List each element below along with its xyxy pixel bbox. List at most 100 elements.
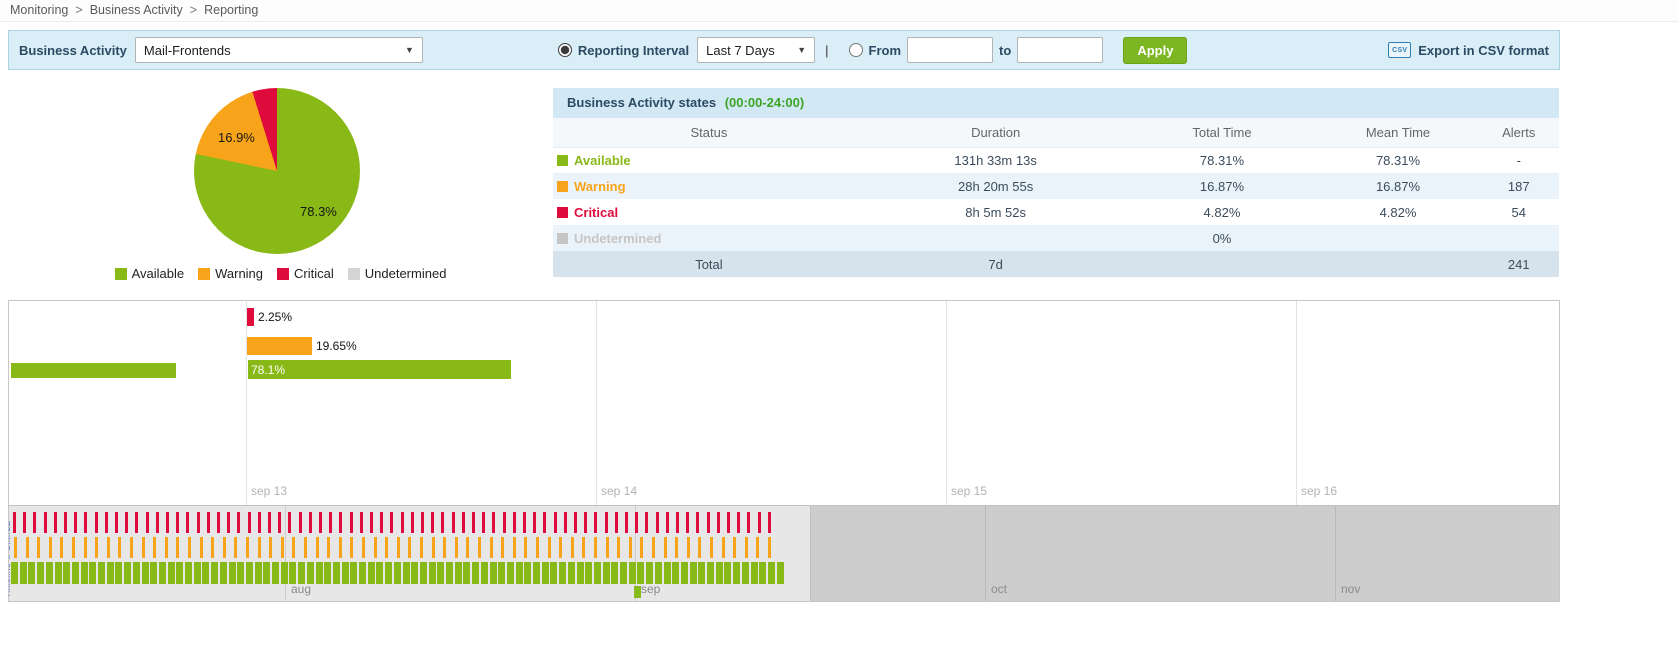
warning-tick (629, 537, 632, 558)
timeline-date-label: sep 13 (251, 484, 287, 498)
breadcrumb-separator: > (75, 3, 82, 17)
breadcrumb-item[interactable]: Monitoring (10, 3, 68, 17)
warning-tick (72, 537, 75, 558)
timeline-bar-label-critical: 2.25% (258, 310, 292, 324)
available-tick (507, 562, 514, 584)
warning-tick (722, 537, 725, 558)
status-label: Critical (574, 205, 618, 220)
available-tick (124, 562, 131, 584)
available-tick (185, 562, 192, 584)
critical-tick (768, 512, 771, 533)
critical-tick (543, 512, 546, 533)
total-time-cell: 4.82% (1126, 199, 1317, 225)
export-csv-link[interactable]: CSV Export in CSV format (1388, 42, 1549, 58)
warning-tick (60, 537, 63, 558)
total-duration: 7d (865, 251, 1127, 277)
breadcrumb-item[interactable]: Business Activity (90, 3, 183, 17)
total-time-cell: 0% (1126, 225, 1317, 251)
warning-tick (258, 537, 261, 558)
timeline-bar-critical[interactable]: 2.25% (246, 308, 254, 326)
timeline-gridline (1296, 301, 1297, 505)
custom-range-radio[interactable] (849, 43, 863, 57)
apply-button[interactable]: Apply (1123, 37, 1187, 64)
available-tick (350, 562, 357, 584)
warning-tick (524, 537, 527, 558)
available-tick (672, 562, 679, 584)
available-tick (168, 562, 175, 584)
business-activity-select[interactable]: Mail-Frontends ▼ (135, 37, 423, 63)
available-tick (246, 562, 253, 584)
export-csv-label: Export in CSV format (1418, 43, 1549, 58)
column-header-alerts: Alerts (1478, 118, 1559, 147)
critical-tick (84, 512, 87, 533)
breadcrumb-item[interactable]: Reporting (204, 3, 258, 17)
legend-label: Available (132, 266, 185, 281)
to-date-input[interactable] (1017, 37, 1103, 63)
legend-label: Undetermined (365, 266, 447, 281)
warning-tick (733, 537, 736, 558)
available-tick (698, 562, 705, 584)
reporting-interval-select[interactable]: Last 7 Days ▼ (697, 37, 815, 63)
column-header-duration: Duration (865, 118, 1127, 147)
critical-tick (737, 512, 740, 533)
legend-item: Critical (277, 266, 334, 281)
table-row-critical: Critical8h 5m 52s4.82%4.82%54 (553, 199, 1559, 225)
critical-tick (13, 512, 16, 533)
critical-tick (482, 512, 485, 533)
critical-tick (605, 512, 608, 533)
available-tick (272, 562, 279, 584)
timeline-bar-available[interactable]: 78.1% (248, 360, 511, 379)
critical-tick (390, 512, 393, 533)
available-tick (463, 562, 470, 584)
timeline: 2.25% 19.65% 78.1% sep 13sep 14sep 15sep… (8, 300, 1560, 602)
available-tick (429, 562, 436, 584)
reporting-interval-group: Reporting Interval (558, 43, 689, 58)
warning-tick (513, 537, 516, 558)
reporting-page: Monitoring>Business Activity>Reporting B… (0, 0, 1678, 646)
available-tick (629, 562, 636, 584)
from-date-input[interactable] (907, 37, 993, 63)
pie-chart[interactable]: 16.9% 78.3% (194, 88, 360, 254)
available-tick (585, 562, 592, 584)
warning-tick (176, 537, 179, 558)
available-tick (316, 562, 323, 584)
available-tick (307, 562, 314, 584)
alerts-cell: 187 (1478, 173, 1559, 199)
column-header-status: Status (553, 118, 865, 147)
warning-tick (374, 537, 377, 558)
csv-icon-text: CSV (1392, 47, 1407, 54)
table-row-warning: Warning28h 20m 55s16.87%16.87%187 (553, 173, 1559, 199)
warning-tick (142, 537, 145, 558)
warning-tick (664, 537, 667, 558)
warning-tick (223, 537, 226, 558)
available-tick (733, 562, 740, 584)
timeline-bar-warning[interactable]: 19.65% (246, 337, 312, 355)
available-tick (281, 562, 288, 584)
timeline-bar-available-previous[interactable] (11, 363, 176, 378)
critical-tick (758, 512, 761, 533)
critical-tick (299, 512, 302, 533)
column-header-mean-time: Mean Time (1318, 118, 1479, 147)
duration-cell: 28h 20m 55s (865, 173, 1127, 199)
critical-tick (676, 512, 679, 533)
available-tick (611, 562, 618, 584)
critical-tick (309, 512, 312, 533)
timeline-month-label: oct (991, 582, 1007, 596)
warning-tick (559, 537, 562, 558)
status-swatch-icon (557, 233, 568, 244)
states-table: StatusDurationTotal TimeMean TimeAlerts … (553, 118, 1559, 277)
total-time-cell: 78.31% (1126, 147, 1317, 173)
timeline-bottom-band[interactable]: Timeline © SIMILE augsepoctnov (9, 506, 1559, 601)
critical-tick (503, 512, 506, 533)
column-header-total-time: Total Time (1126, 118, 1317, 147)
critical-tick (237, 512, 240, 533)
available-tick (455, 562, 462, 584)
table-row-undetermined: Undetermined0% (553, 225, 1559, 251)
critical-tick (747, 512, 750, 533)
critical-tick (380, 512, 383, 533)
reporting-interval-radio[interactable] (558, 43, 572, 57)
breadcrumb: Monitoring>Business Activity>Reporting (0, 0, 1678, 22)
timeline-top-band[interactable]: 2.25% 19.65% 78.1% sep 13sep 14sep 15sep… (9, 301, 1559, 506)
available-tick (603, 562, 610, 584)
critical-tick (656, 512, 659, 533)
